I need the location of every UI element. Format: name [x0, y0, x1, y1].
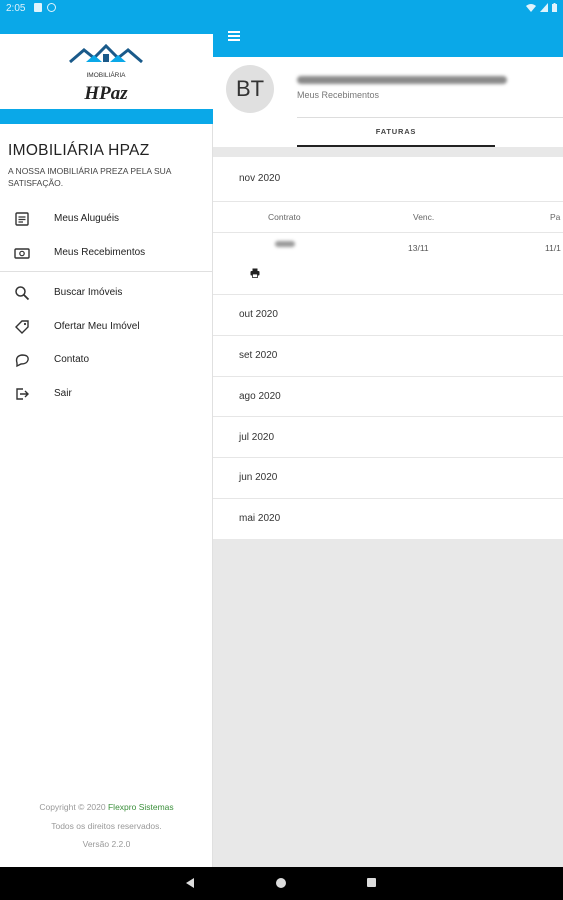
- svg-text:HPaz: HPaz: [83, 83, 128, 102]
- navigation-drawer: IMOBILIÁRIA HPaz IMOBILIÁRIA HPAZ A NOSS…: [0, 34, 213, 867]
- invoice-due-date: 13/11: [408, 243, 429, 253]
- month-header-expanded[interactable]: nov 2020: [239, 173, 280, 184]
- tab-faturas[interactable]: FATURAS: [297, 121, 495, 147]
- sync-icon: [47, 3, 56, 12]
- money-icon: [14, 248, 30, 259]
- brand-tagline: A NOSSA IMOBILIÁRIA PREZA PELA SUA SATIS…: [8, 166, 171, 188]
- home-icon[interactable]: [276, 878, 286, 888]
- sim-icon: [34, 3, 42, 12]
- hpaz-logo: IMOBILIÁRIA HPaz: [69, 43, 143, 102]
- month-item[interactable]: ago 2020: [239, 391, 281, 402]
- app-bar: [213, 18, 563, 57]
- tag-icon: [15, 320, 29, 334]
- drawer-item-buscar-imoveis[interactable]: Buscar Imóveis: [0, 279, 213, 307]
- drawer-item-meus-recebimentos[interactable]: Meus Recebimentos: [0, 239, 213, 267]
- profile-subtitle: Meus Recebimentos: [297, 90, 380, 100]
- drawer-item-sair[interactable]: Sair: [0, 380, 213, 408]
- document-icon: [15, 212, 29, 226]
- month-item[interactable]: jun 2020: [239, 472, 277, 483]
- drawer-item-meus-alugueis[interactable]: Meus Aluguéis: [0, 205, 213, 233]
- main-content: BT Meus Recebimentos FATURAS nov 2020 Co…: [213, 57, 563, 867]
- invoice-paid-date: 11/1: [545, 243, 561, 253]
- month-item[interactable]: jul 2020: [239, 432, 274, 443]
- footer-company-link[interactable]: Flexpro Sistemas: [108, 802, 174, 812]
- month-item[interactable]: out 2020: [239, 309, 278, 320]
- battery-icon: [552, 3, 557, 12]
- column-header-venc: Venc.: [413, 212, 435, 222]
- tab-indicator: [297, 145, 495, 147]
- drawer-item-ofertar-imovel[interactable]: Ofertar Meu Imóvel: [0, 313, 213, 341]
- print-icon[interactable]: [250, 268, 260, 278]
- footer-version: Versão 2.2.0: [82, 839, 131, 849]
- signal-icon: [540, 3, 548, 12]
- status-time: 2:05: [6, 3, 26, 14]
- footer-copyright: Copyright © 2020 Flexpro Sistemas: [39, 802, 174, 812]
- column-header-contrato: Contrato: [268, 212, 301, 222]
- wifi-icon: [526, 4, 536, 12]
- month-item[interactable]: set 2020: [239, 350, 277, 361]
- profile-header: BT Meus Recebimentos FATURAS: [213, 57, 563, 147]
- invoice-list: nov 2020 Contrato Venc. Pa 13/11 11/1 ou…: [213, 157, 563, 539]
- contract-number-redacted: [275, 241, 295, 247]
- brand-title: IMOBILIÁRIA HPAZ: [8, 142, 150, 159]
- status-bar: 2:05: [0, 0, 563, 18]
- recent-apps-icon[interactable]: [367, 878, 376, 887]
- system-navigation-bar: [0, 867, 563, 900]
- drawer-item-contato[interactable]: Contato: [0, 346, 213, 374]
- footer-rights: Todos os direitos reservados.: [51, 821, 162, 831]
- back-icon[interactable]: [186, 878, 194, 888]
- search-icon: [15, 286, 30, 301]
- chat-icon: [15, 354, 29, 368]
- month-item[interactable]: mai 2020: [239, 513, 280, 524]
- svg-text:IMOBILIÁRIA: IMOBILIÁRIA: [86, 70, 126, 79]
- user-name-redacted: [297, 76, 507, 84]
- avatar: BT: [226, 65, 274, 113]
- logout-icon: [16, 388, 29, 400]
- hamburger-menu-icon[interactable]: [228, 31, 240, 41]
- column-header-pagamento: Pa: [550, 212, 561, 222]
